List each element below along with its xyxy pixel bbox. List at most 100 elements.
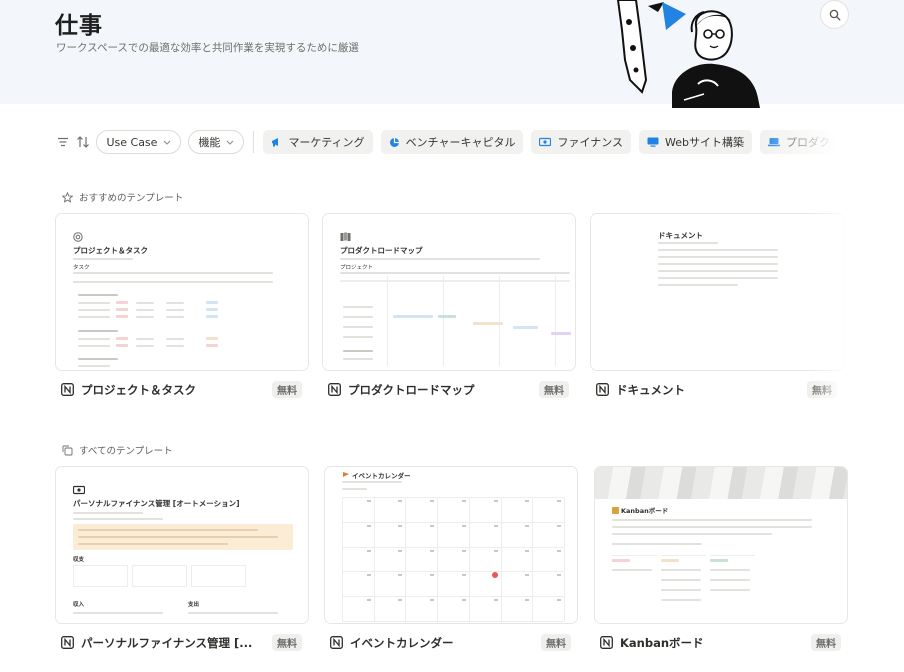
preview-document: プロジェクト＆タスク タスク: [56, 214, 308, 370]
calendar-day-mark: [366, 599, 371, 602]
laptop-icon: [768, 137, 780, 147]
category-label: マーケティング: [288, 136, 365, 149]
template-name: パーソナルファイナンス管理 [...: [81, 636, 253, 650]
template-preview[interactable]: Kanbanボード: [594, 466, 848, 624]
kanban-icon: [612, 507, 619, 514]
template-name: ドキュメント: [616, 383, 685, 397]
feature-label: 機能: [198, 136, 221, 149]
card-footer: プロダクトロードマップ 無料: [322, 379, 576, 401]
target-icon: [73, 232, 83, 242]
calendar-day-mark: [366, 574, 371, 577]
monitor-icon: [647, 137, 659, 147]
template-preview[interactable]: ドキュメント: [590, 213, 844, 371]
category-marketing[interactable]: マーケティング: [263, 130, 373, 154]
notion-logo-icon: [61, 383, 75, 397]
calendar-row-line: [342, 621, 564, 622]
template-card-product-roadmap[interactable]: プロダクトロードマップ プロジェクト プロダクトロードマップ 無料: [322, 213, 576, 399]
person-illustration-icon: [616, 0, 760, 108]
preview-title: プロダクトロードマップ: [340, 246, 423, 255]
all-heading-text: すべてのテンプレート: [79, 446, 173, 457]
search-button[interactable]: [820, 0, 849, 29]
template-name: プロダクトロードマップ: [348, 383, 475, 397]
template-preview[interactable]: プロダクトロードマップ プロジェクト: [322, 213, 576, 371]
notion-logo-icon: [330, 636, 344, 650]
calendar-row-line: [342, 571, 564, 573]
featured-heading-text: おすすめのテンプレート: [79, 193, 184, 204]
category-label: Webサイト構築: [665, 136, 744, 149]
preview-expense: 支出: [188, 602, 200, 608]
chevron-down-icon: [163, 140, 171, 145]
calendar-col-line: [405, 497, 407, 621]
preview-document: プロダクトロードマップ プロジェクト: [323, 214, 575, 370]
template-card-documents[interactable]: ドキュメント ドキュメント 無料: [590, 213, 844, 399]
calendar-day-mark: [461, 549, 466, 552]
use-case-dropdown[interactable]: Use Case: [96, 130, 182, 154]
calendar-day-mark: [557, 524, 561, 527]
all-section-heading: すべてのテンプレート: [62, 443, 173, 457]
filter-bar: Use Case 機能 マーケティング ベンチャーキャピタル ファイナンス We…: [56, 129, 846, 155]
category-label: プロダク: [786, 136, 830, 149]
preview-subtitle: プロジェクト: [340, 265, 374, 271]
template-card-kanban-board[interactable]: Kanbanボード Kanbanボード 無料: [594, 466, 848, 656]
money-icon: [539, 137, 552, 147]
filter-icon[interactable]: [56, 131, 70, 153]
calendar-col-line: [564, 497, 565, 621]
calendar-day-mark: [430, 549, 435, 552]
preview-document: パーソナルファイナンス管理 [オートメーション] 収支 収入 支出: [56, 467, 308, 623]
template-name: イベントカレンダー: [350, 636, 454, 650]
price-badge: 無料: [272, 381, 302, 398]
template-preview[interactable]: プロジェクト＆タスク タスク: [55, 213, 309, 371]
calendar-day-mark: [366, 500, 371, 502]
calendar-day-mark: [398, 524, 403, 527]
calendar-col-line: [373, 497, 375, 621]
copy-icon: [62, 445, 73, 456]
search-icon: [829, 9, 840, 20]
calendar-day-mark: [493, 549, 498, 552]
star-icon: [62, 191, 73, 203]
calendar-grid: [342, 497, 565, 622]
price-badge: 無料: [539, 381, 569, 398]
calendar-day-mark: [461, 599, 466, 602]
chevron-down-icon: [226, 140, 234, 145]
calendar-day-mark: [430, 524, 435, 527]
page-title: 仕事: [55, 13, 103, 39]
calendar-day-mark: [398, 549, 403, 552]
feature-dropdown[interactable]: 機能: [188, 130, 245, 154]
calendar-col-line: [532, 497, 534, 621]
calendar-day-mark: [493, 599, 498, 602]
category-website[interactable]: Webサイト構築: [639, 130, 752, 154]
template-preview[interactable]: イベントカレンダー: [324, 466, 578, 624]
category-label: ファイナンス: [557, 136, 624, 149]
calendar-day-mark: [493, 500, 498, 502]
filter-divider: [253, 131, 255, 153]
calendar-day-mark: [461, 574, 466, 577]
preview-title: パーソナルファイナンス管理 [オートメーション]: [73, 499, 240, 508]
template-card-project-tasks[interactable]: プロジェクト＆タスク タスク プロジェクト＆タスク 無料: [55, 213, 309, 399]
calendar-day-mark: [525, 524, 530, 527]
template-card-personal-finance[interactable]: パーソナルファイナンス管理 [オートメーション] 収支 収入 支出 パーソナルフ…: [55, 466, 309, 656]
map-icon: [340, 232, 351, 241]
calendar-day-mark: [398, 574, 403, 577]
calendar-day-mark: [461, 500, 466, 502]
preview-title: Kanbanボード: [621, 507, 669, 515]
calendar-day-mark: [430, 500, 435, 502]
category-finance[interactable]: ファイナンス: [531, 130, 632, 154]
calendar-day-mark: [525, 599, 530, 602]
template-preview[interactable]: パーソナルファイナンス管理 [オートメーション] 収支 収入 支出: [55, 466, 309, 624]
page-subtitle: ワークスペースでの最適な効率と共同作業を実現するために厳選: [56, 42, 359, 54]
category-product[interactable]: プロダク: [760, 130, 838, 154]
template-card-event-calendar[interactable]: イベントカレンダー イベントカレンダー 無料: [324, 466, 578, 656]
card-footer: パーソナルファイナンス管理 [... 無料: [55, 632, 309, 654]
calendar-col-line: [468, 497, 470, 621]
notion-logo-icon: [328, 383, 342, 397]
calendar-row-line: [342, 497, 564, 498]
preview-document: イベントカレンダー: [325, 467, 577, 623]
category-venture-capital[interactable]: ベンチャーキャピタル: [380, 130, 524, 154]
calendar-day-mark: [430, 599, 435, 602]
megaphone-icon: [271, 137, 282, 148]
price-badge: 無料: [811, 634, 841, 651]
calendar-day-mark: [525, 549, 530, 552]
notion-logo-icon: [596, 383, 610, 397]
sort-icon[interactable]: [76, 131, 90, 153]
money-icon: [73, 485, 85, 495]
